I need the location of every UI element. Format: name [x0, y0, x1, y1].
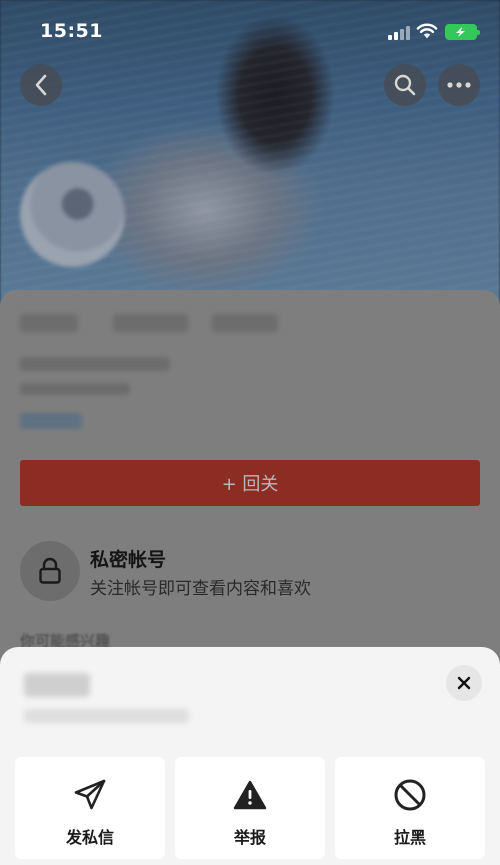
private-account-desc: 关注帐号即可查看内容和喜欢	[90, 579, 311, 599]
send-icon	[74, 779, 106, 810]
more-dots-icon	[447, 82, 471, 88]
block-button[interactable]: 拉黑	[335, 757, 485, 859]
stat-followers[interactable]	[113, 314, 188, 332]
sheet-user-id	[24, 709, 189, 723]
stat-likes[interactable]	[212, 314, 278, 332]
profile-tag	[20, 413, 82, 429]
close-button[interactable]	[446, 665, 482, 701]
cellular-signal-icon	[388, 26, 410, 40]
block-icon	[394, 779, 426, 811]
status-time: 15:51	[40, 20, 103, 42]
profile-avatar[interactable]	[20, 162, 125, 267]
chevron-left-icon	[35, 74, 47, 96]
stat-following[interactable]	[20, 314, 78, 332]
report-label: 举报	[233, 828, 266, 847]
report-button[interactable]: 举报	[175, 757, 325, 859]
lock-icon	[39, 557, 61, 584]
block-label: 拉黑	[393, 828, 426, 847]
lock-icon-wrap	[20, 541, 80, 601]
follow-back-label: + 回关	[221, 474, 279, 495]
profile-bio-line	[20, 357, 170, 371]
private-account-title: 私密帐号	[90, 549, 167, 571]
send-message-label: 发私信	[65, 828, 114, 847]
search-button[interactable]	[384, 64, 426, 106]
warning-icon	[233, 780, 267, 810]
search-icon	[394, 74, 416, 96]
back-button[interactable]	[20, 64, 62, 106]
action-sheet: 发私信 举报 拉黑	[0, 647, 500, 865]
follow-back-button[interactable]: + 回关	[20, 460, 480, 506]
status-bar: 15:51	[0, 0, 500, 60]
close-icon	[457, 676, 471, 690]
battery-icon	[445, 24, 480, 40]
sheet-user-name	[24, 673, 90, 697]
more-button[interactable]	[438, 64, 480, 106]
profile-bio-line	[20, 383, 130, 395]
send-message-button[interactable]: 发私信	[15, 757, 165, 859]
wifi-icon	[416, 23, 438, 39]
